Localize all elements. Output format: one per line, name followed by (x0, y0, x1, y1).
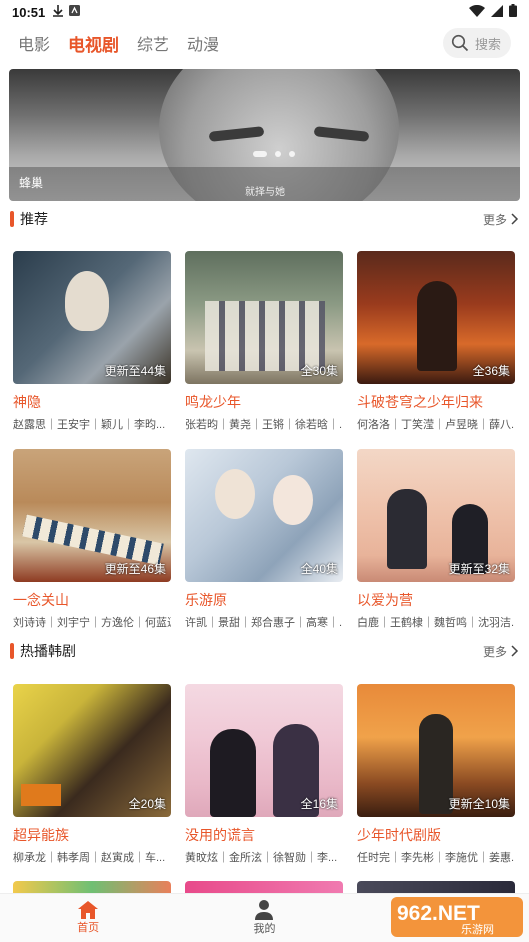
drama-cast: 何洛洛｜丁笑滢｜卢昱晓｜薛八... (357, 419, 515, 431)
wifi-icon (469, 4, 485, 20)
tab-home-label: 首页 (77, 922, 100, 934)
tab-tv-series[interactable]: 电视剧 (68, 31, 119, 56)
drama-title: 一念关山 (13, 592, 69, 608)
drama-card[interactable]: 更新至46集 一念关山 刘诗诗｜刘宇宁｜方逸伦｜何蓝逗... (13, 449, 171, 630)
drama-title: 斗破苍穹之少年归来 (357, 394, 483, 410)
episode-badge: 更新至44集 (104, 364, 166, 378)
tab-profile-label: 我的 (253, 923, 276, 935)
status-bar: 10:51 (0, 0, 529, 24)
banner-caption: 蜂巢 (19, 176, 44, 190)
drama-title: 乐游原 (185, 592, 227, 608)
episode-badge: 更新至32集 (448, 562, 510, 576)
drama-card-partial[interactable] (13, 881, 171, 893)
drama-cast: 许凯｜景甜｜郑合惠子｜高寒｜... (185, 617, 343, 629)
section-header-recommended: 推荐 更多 (0, 207, 529, 231)
drama-card[interactable]: 全40集 乐游原 许凯｜景甜｜郑合惠子｜高寒｜... (185, 449, 343, 630)
signal-icon (491, 4, 503, 20)
drama-card[interactable]: 全16集 没用的谎言 黄旼炫｜金所泫｜徐智勋｜李... (185, 684, 343, 865)
drama-cast: 黄旼炫｜金所泫｜徐智勋｜李... (185, 852, 338, 864)
drama-card-partial[interactable] (357, 881, 515, 893)
drama-cast: 赵露思｜王安宇｜颖儿｜李昀... (13, 419, 166, 431)
top-category-nav: 电影 电视剧 综艺 动漫 搜索 (0, 24, 529, 62)
section-title: 热播韩剧 (20, 643, 76, 659)
poster-image: 全16集 (185, 684, 343, 817)
drama-card[interactable]: 更新至32集 以爱为营 白鹿｜王鹤棣｜魏哲鸣｜沈羽洁... (357, 449, 515, 630)
hero-banner[interactable]: 就择与她 蜂巢 (9, 69, 520, 201)
search-placeholder: 搜索 (475, 36, 502, 52)
drama-cast: 刘诗诗｜刘宇宁｜方逸伦｜何蓝逗... (13, 617, 171, 629)
drama-card-partial[interactable] (185, 881, 343, 893)
app-notification-icon (69, 5, 81, 19)
drama-title: 神隐 (13, 394, 41, 410)
poster-image: 更新至46集 (13, 449, 171, 582)
battery-icon (509, 4, 517, 20)
section-accent-bar (10, 643, 14, 659)
drama-title: 没用的谎言 (185, 827, 255, 843)
tab-anime[interactable]: 动漫 (187, 31, 219, 55)
section-title: 推荐 (20, 211, 48, 227)
search-box[interactable]: 搜索 (443, 28, 511, 58)
drama-title: 超异能族 (13, 827, 69, 843)
banner-overlay-text: 就择与她 (245, 187, 285, 198)
poster-image: 更新全10集 (357, 684, 515, 817)
drama-card[interactable]: 全36集 斗破苍穹之少年归来 何洛洛｜丁笑滢｜卢昱晓｜薛八... (357, 251, 515, 432)
episode-badge: 全16集 (300, 797, 338, 811)
drama-cast: 任时完｜李先彬｜李施优｜姜惠... (357, 852, 515, 864)
drama-cast: 白鹿｜王鹤棣｜魏哲鸣｜沈羽洁... (357, 617, 515, 629)
section-header-korean-dramas: 热播韩剧 更多 (0, 639, 529, 663)
episode-badge: 全20集 (128, 797, 166, 811)
tab-profile[interactable]: 我的 (176, 894, 352, 942)
search-icon (451, 34, 469, 52)
drama-title: 鸣龙少年 (185, 394, 241, 410)
poster-image: 全36集 (357, 251, 515, 384)
episode-badge: 全30集 (300, 364, 338, 378)
drama-title: 少年时代剧版 (357, 827, 441, 843)
banner-pagination (253, 151, 295, 157)
episode-badge: 更新全10集 (448, 797, 510, 811)
watermark-subtext: 乐游网 (461, 923, 494, 936)
watermark-text: 962.NET (397, 902, 480, 925)
tab-home[interactable]: 首页 (0, 894, 176, 942)
download-icon (53, 4, 64, 20)
banner-dot[interactable] (253, 151, 267, 157)
chevron-right-icon (511, 645, 519, 657)
poster-image: 全40集 (185, 449, 343, 582)
poster-image: 更新至32集 (357, 449, 515, 582)
section-accent-bar (10, 211, 14, 227)
episode-badge: 更新至46集 (104, 562, 166, 576)
drama-card[interactable]: 全20集 超异能族 柳承龙｜韩孝周｜赵寅成｜车... (13, 684, 171, 865)
more-link[interactable]: 更多 (483, 643, 519, 660)
status-time: 10:51 (12, 4, 46, 20)
tab-movies[interactable]: 电影 (18, 31, 50, 55)
drama-cast: 柳承龙｜韩孝周｜赵寅成｜车... (13, 852, 166, 864)
poster-image: 全30集 (185, 251, 343, 384)
drama-card[interactable]: 更新至44集 神隐 赵露思｜王安宇｜颖儿｜李昀... (13, 251, 171, 432)
user-icon (255, 900, 274, 920)
drama-title: 以爱为营 (357, 592, 413, 608)
banner-dot[interactable] (289, 151, 295, 157)
drama-cast: 张若昀｜黄尧｜王锵｜徐若晗｜... (185, 419, 343, 431)
drama-card[interactable]: 更新全10集 少年时代剧版 任时完｜李先彬｜李施优｜姜惠... (357, 684, 515, 865)
chevron-right-icon (511, 213, 519, 225)
poster-image: 更新至44集 (13, 251, 171, 384)
poster-image: 全20集 (13, 684, 171, 817)
home-icon (78, 901, 99, 919)
episode-badge: 全40集 (300, 562, 338, 576)
more-link[interactable]: 更多 (483, 211, 519, 228)
site-watermark-logo: 962.NET 乐游网 (391, 893, 523, 939)
episode-badge: 全36集 (472, 364, 510, 378)
banner-dot[interactable] (275, 151, 281, 157)
tab-variety[interactable]: 综艺 (137, 31, 169, 55)
drama-card[interactable]: 全30集 鸣龙少年 张若昀｜黄尧｜王锵｜徐若晗｜... (185, 251, 343, 432)
